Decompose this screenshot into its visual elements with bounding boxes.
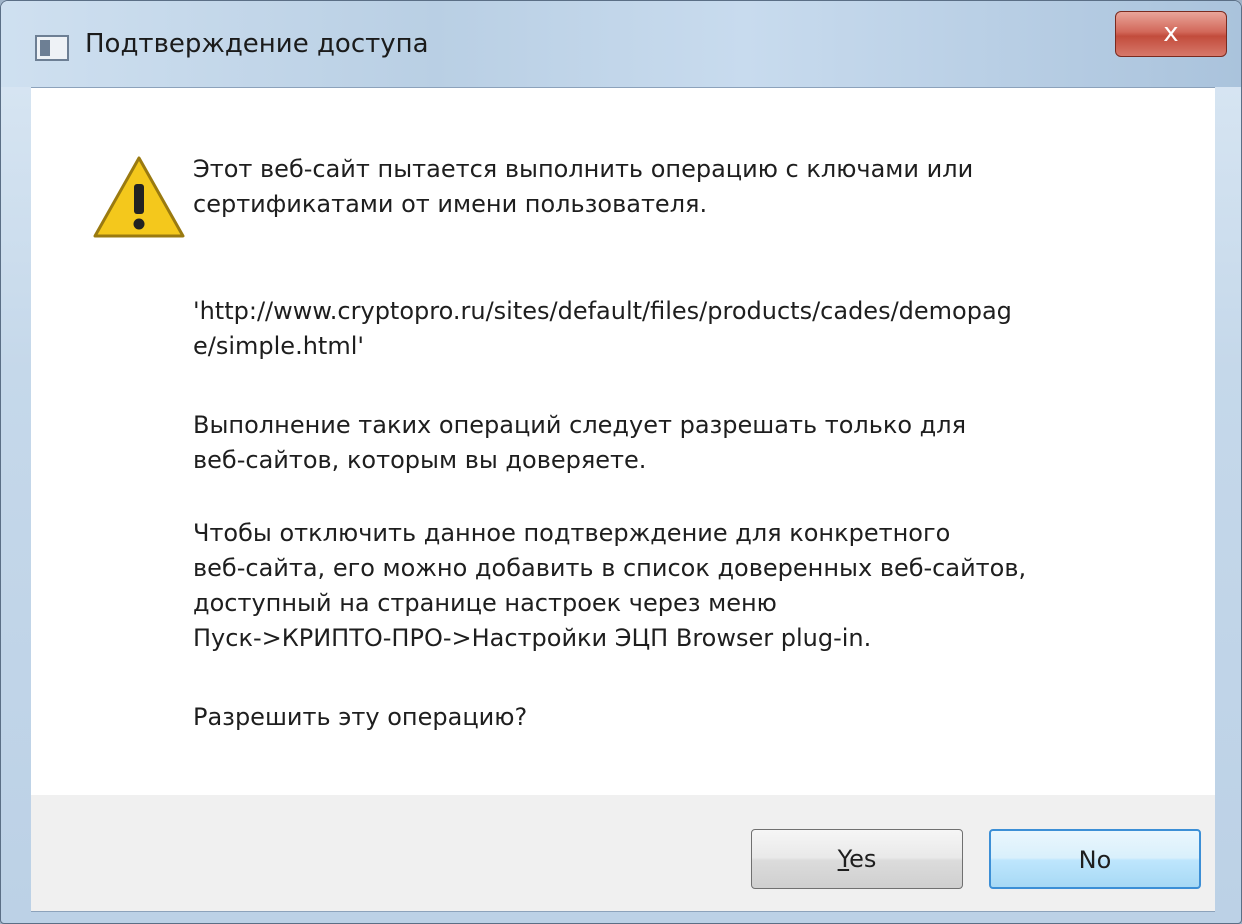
message-url: 'http://www.cryptopro.ru/sites/default/f…	[193, 294, 1173, 364]
message-line: Чтобы отключить данное подтверждение для…	[193, 519, 951, 547]
message-line: сертификатами от имени пользователя.	[193, 190, 708, 218]
message-question: Разрешить эту операцию?	[193, 703, 528, 731]
yes-mnemonic: Y	[837, 845, 850, 873]
yes-button[interactable]: Yes	[751, 829, 963, 889]
message-intro: Этот веб-сайт пытается выполнить операци…	[193, 152, 1173, 222]
yes-label-rest: es	[849, 845, 877, 873]
message-line: доступный на странице настроек через мен…	[193, 589, 777, 617]
dialog-window: Подтверждение доступа x Этот веб-сайт пы…	[0, 0, 1242, 924]
dialog-content: Этот веб-сайт пытается выполнить операци…	[31, 87, 1215, 796]
url-line: e/simple.html'	[193, 332, 364, 360]
title-bar[interactable]: Подтверждение доступа x	[1, 1, 1241, 87]
dialog-title: Подтверждение доступа	[85, 29, 429, 59]
app-window-icon	[35, 35, 69, 61]
message-instructions: Чтобы отключить данное подтверждение для…	[193, 516, 1173, 656]
message-line: Выполнение таких операций следует разреш…	[193, 411, 967, 439]
message-line: Этот веб-сайт пытается выполнить операци…	[193, 155, 974, 183]
message-line: Пуск->КРИПТО-ПРО->Настройки ЭЦП Browser …	[193, 624, 872, 652]
message-line: веб-сайтов, которым вы доверяете.	[193, 446, 647, 474]
message-advice: Выполнение таких операций следует разреш…	[193, 408, 1173, 478]
no-button[interactable]: No	[989, 829, 1201, 889]
close-button[interactable]: x	[1115, 11, 1227, 57]
url-line: 'http://www.cryptopro.ru/sites/default/f…	[193, 297, 1012, 325]
close-icon: x	[1163, 18, 1179, 48]
warning-icon	[93, 156, 185, 238]
message-line: веб-сайта, его можно добавить в список д…	[193, 554, 1027, 582]
button-bar: Yes No	[31, 795, 1215, 912]
